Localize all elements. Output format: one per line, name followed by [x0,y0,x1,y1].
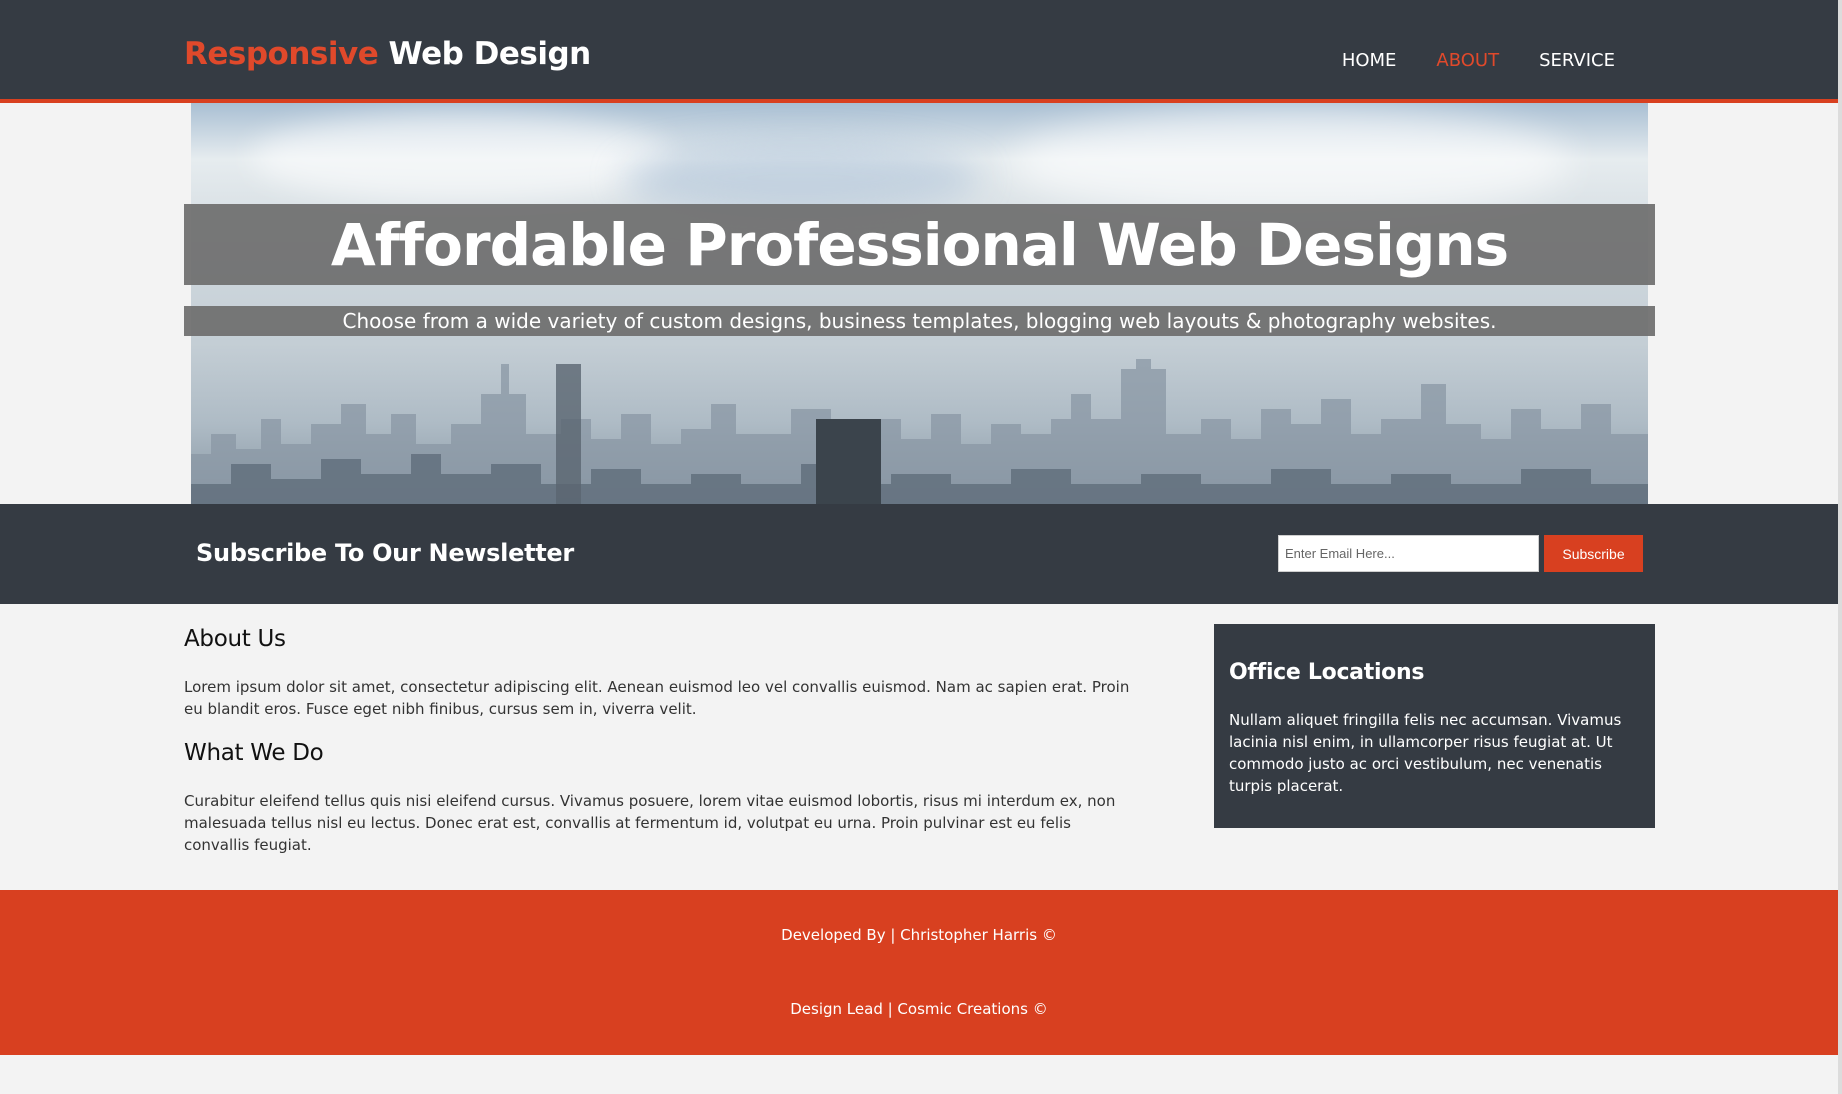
nav-home-link[interactable]: HOME [1342,50,1397,71]
hero-image [191,103,1648,504]
subscribe-button[interactable]: Subscribe [1544,535,1643,572]
email-input[interactable] [1278,535,1539,572]
hero-subtitle-band: Choose from a wide variety of custom des… [184,306,1655,336]
city-skyline-illustration [191,359,1648,504]
office-locations-box: Office Locations Nullam aliquet fringill… [1214,624,1655,828]
hero-cloud [621,143,981,213]
main-nav: HOME ABOUT SERVICE [1342,50,1615,71]
office-locations-text: Nullam aliquet fringilla felis nec accum… [1229,711,1622,795]
what-we-do-text: Curabitur eleifend tellus quis nisi elei… [184,792,1116,854]
newsletter-bar: Subscribe To Our Newsletter Subscribe [0,504,1838,604]
main-content: About Us Lorem ipsum dolor sit amet, con… [184,626,1134,876]
hero-title: Affordable Professional Web Designs [330,210,1509,279]
hero-cloud [251,113,671,203]
nav-service-link[interactable]: SERVICE [1539,50,1615,71]
about-heading: About Us [184,626,286,652]
site-footer: Developed By | Christopher Harris © Desi… [0,890,1838,1055]
what-we-do-heading: What We Do [184,740,324,766]
newsletter-title: Subscribe To Our Newsletter [196,539,574,567]
window-scrollbar[interactable] [1838,0,1842,1094]
nav-about-link[interactable]: ABOUT [1436,50,1499,71]
site-logo[interactable]: Responsive Web Design [184,36,591,72]
about-text: Lorem ipsum dolor sit amet, consectetur … [184,678,1130,718]
logo-accent-text: Responsive [184,36,379,72]
footer-developer-credit: Developed By | Christopher Harris © [781,926,1057,944]
logo-text: Web Design [378,36,592,72]
hero-cloud [1011,108,1571,218]
hero-subtitle: Choose from a wide variety of custom des… [342,309,1497,333]
hero-title-band: Affordable Professional Web Designs [184,204,1655,285]
site-header: Responsive Web Design HOME ABOUT SERVICE [0,0,1838,103]
office-locations-heading: Office Locations [1229,660,1425,685]
page: Responsive Web Design HOME ABOUT SERVICE… [0,0,1838,1094]
footer-design-credit: Design Lead | Cosmic Creations © [790,1000,1048,1018]
